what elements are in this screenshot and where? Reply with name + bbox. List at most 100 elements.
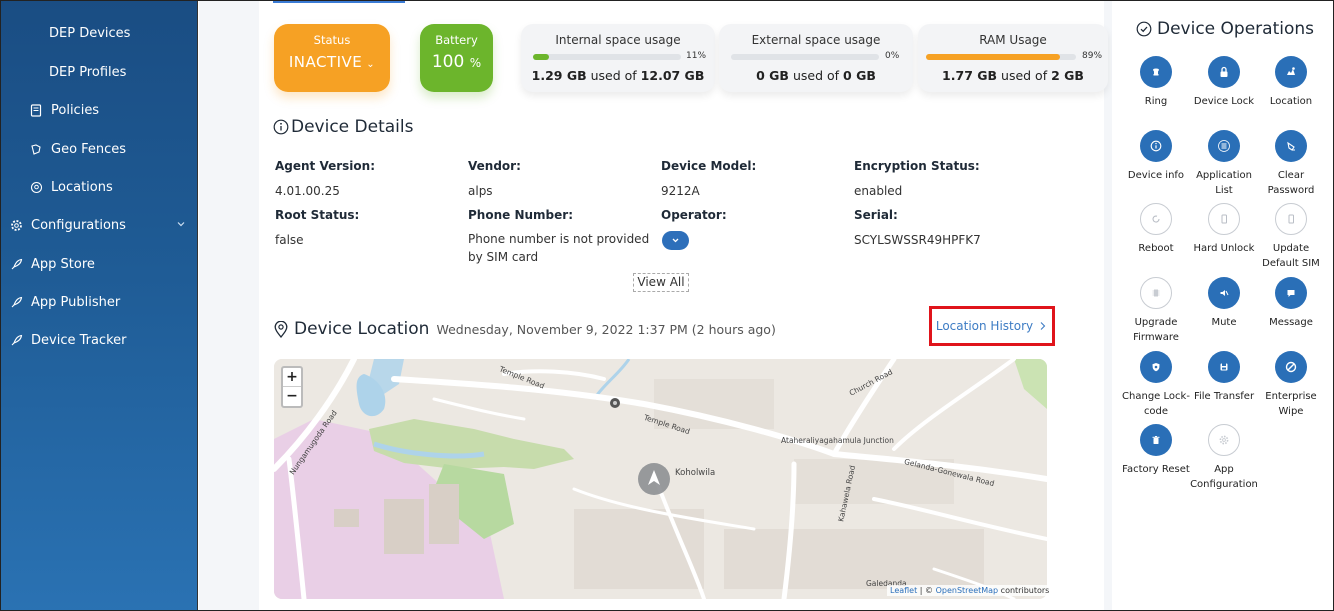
app-frame: DEP Devices DEP Profiles Policies Geo Fe… [0,0,1334,611]
view-all-button[interactable]: View All [633,273,689,292]
panel-gap [1104,1,1112,610]
device-details-title: Device Details [273,117,413,137]
sidebar: DEP Devices DEP Profiles Policies Geo Fe… [1,1,198,610]
battery-value: 100 % [431,52,482,72]
chevron-right-icon [1040,322,1046,330]
osm-link[interactable]: OpenStreetMap [936,586,999,595]
eraser-icon [1275,130,1307,162]
device-model-value: 9212A [661,184,700,198]
location-timestamp: Wednesday, November 9, 2022 1:37 PM (2 h… [436,321,776,337]
zoom-in-button[interactable]: + [283,368,301,387]
battery-label: Battery [435,33,478,47]
zoom-out-button[interactable]: − [283,387,301,406]
sidebar-item-locations[interactable]: Locations [29,180,113,195]
operation-label: Ring [1144,96,1168,107]
internal-space-card: Internal space usage 11% 1.29 GB used of… [521,24,715,92]
location-map[interactable] [274,359,1047,599]
phone-number-label: Phone Number: [468,208,573,222]
operation-change-lock-code[interactable]: Change Lock-code [1120,351,1192,419]
sidebar-item-label: Policies [51,103,100,118]
operation-label: Hard Unlock [1193,243,1255,254]
operation-label: Enterprise Wipe [1265,391,1317,417]
operation-message[interactable]: Message [1255,277,1327,330]
vendor-value: alps [468,184,493,198]
sidebar-item-geo-fences[interactable]: Geo Fences [29,142,126,157]
external-space-card: External space usage 0% 0 GB used of 0 G… [719,24,913,92]
operation-device-info[interactable]: Device info [1120,130,1192,183]
sidebar-item-configurations[interactable]: Configurations [9,218,126,233]
operation-label: Clear Password [1267,170,1315,196]
block-icon [1275,351,1307,383]
map-icon [1275,56,1307,88]
phone-outline-icon [1208,203,1240,235]
sidebar-item-label: Geo Fences [51,142,127,157]
encryption-status-value: enabled [854,184,903,198]
operation-label: Application List [1196,170,1252,196]
sidebar-item-app-store[interactable]: App Store [9,257,95,272]
operation-factory-reset[interactable]: Factory Reset [1120,424,1192,477]
chevron-down-icon [672,238,679,243]
trash-icon [1140,424,1172,456]
sidebar-item-device-tracker[interactable]: Device Tracker [9,333,127,348]
sidebar-item-label: DEP Profiles [49,65,127,80]
external-space-summary: 0 GB used of 0 GB [756,68,876,83]
operator-dropdown-toggle[interactable] [662,231,689,250]
operation-update-default-sim[interactable]: Update Default SIM [1255,203,1327,271]
status-card[interactable]: Status INACTIVE ⌄ [274,24,390,92]
operation-reboot[interactable]: Reboot [1120,203,1192,256]
operation-label: Location [1269,96,1313,107]
operation-clear-password[interactable]: Clear Password [1255,130,1327,198]
rocket-icon [9,334,23,348]
content-gutter [199,1,259,610]
operation-device-lock[interactable]: Device Lock [1188,56,1260,109]
location-pin-icon [29,181,43,195]
location-pin-icon [274,320,288,338]
save-icon [1208,351,1240,383]
sidebar-item-policies[interactable]: Policies [29,103,99,118]
operation-application-list[interactable]: Application List [1188,130,1260,198]
internal-space-label: Internal space usage [555,33,681,47]
lock-icon [1208,56,1240,88]
sidebar-item-label: Configurations [31,218,126,233]
leaflet-link[interactable]: Leaflet [890,586,917,595]
location-history-link[interactable]: Location History [929,306,1055,346]
operation-mute[interactable]: Mute [1188,277,1260,330]
serial-label: Serial: [854,208,898,222]
info-icon [1140,130,1172,162]
operation-hard-unlock[interactable]: Hard Unlock [1188,203,1260,256]
encryption-status-label: Encryption Status: [854,159,980,173]
sidebar-item-label: App Store [31,257,95,272]
list-icon [1208,130,1240,162]
internal-space-percent: 11% [686,51,707,61]
operation-label: Device Lock [1193,96,1255,107]
ram-usage-fill [926,54,1060,60]
sidebar-item-label: DEP Devices [49,26,131,41]
phone-icon [1140,56,1172,88]
chevron-down-icon[interactable] [177,220,185,228]
sidebar-item-dep-devices[interactable]: DEP Devices [49,26,130,41]
external-space-label: External space usage [751,33,881,47]
operation-label: App Configuration [1190,464,1258,490]
operation-enterprise-wipe[interactable]: Enterprise Wipe [1255,351,1327,419]
gear-icon [9,219,23,233]
sidebar-item-app-publisher[interactable]: App Publisher [9,295,120,310]
operation-location[interactable]: Location [1255,56,1327,109]
operation-label: Upgrade Firmware [1133,317,1179,343]
phone-outline-icon [1275,203,1307,235]
agent-version-label: Agent Version: [275,159,376,173]
root-status-label: Root Status: [275,208,360,222]
operation-app-configuration[interactable]: App Configuration [1188,424,1260,492]
sidebar-item-label: Locations [51,180,113,195]
operation-label: Change Lock-code [1122,391,1190,417]
sidebar-item-dep-profiles[interactable]: DEP Profiles [49,65,126,80]
info-icon [273,119,289,135]
operation-upgrade-firmware[interactable]: Upgrade Firmware [1120,277,1192,345]
operation-ring[interactable]: Ring [1120,56,1192,109]
map-tiles [274,359,1047,599]
operation-file-transfer[interactable]: File Transfer [1188,351,1260,404]
agent-version-value: 4.01.00.25 [275,184,340,198]
ram-usage-label: RAM Usage [979,33,1047,47]
check-circle-icon [1136,21,1152,37]
internal-space-bar [533,54,681,60]
internal-space-fill [533,54,550,60]
